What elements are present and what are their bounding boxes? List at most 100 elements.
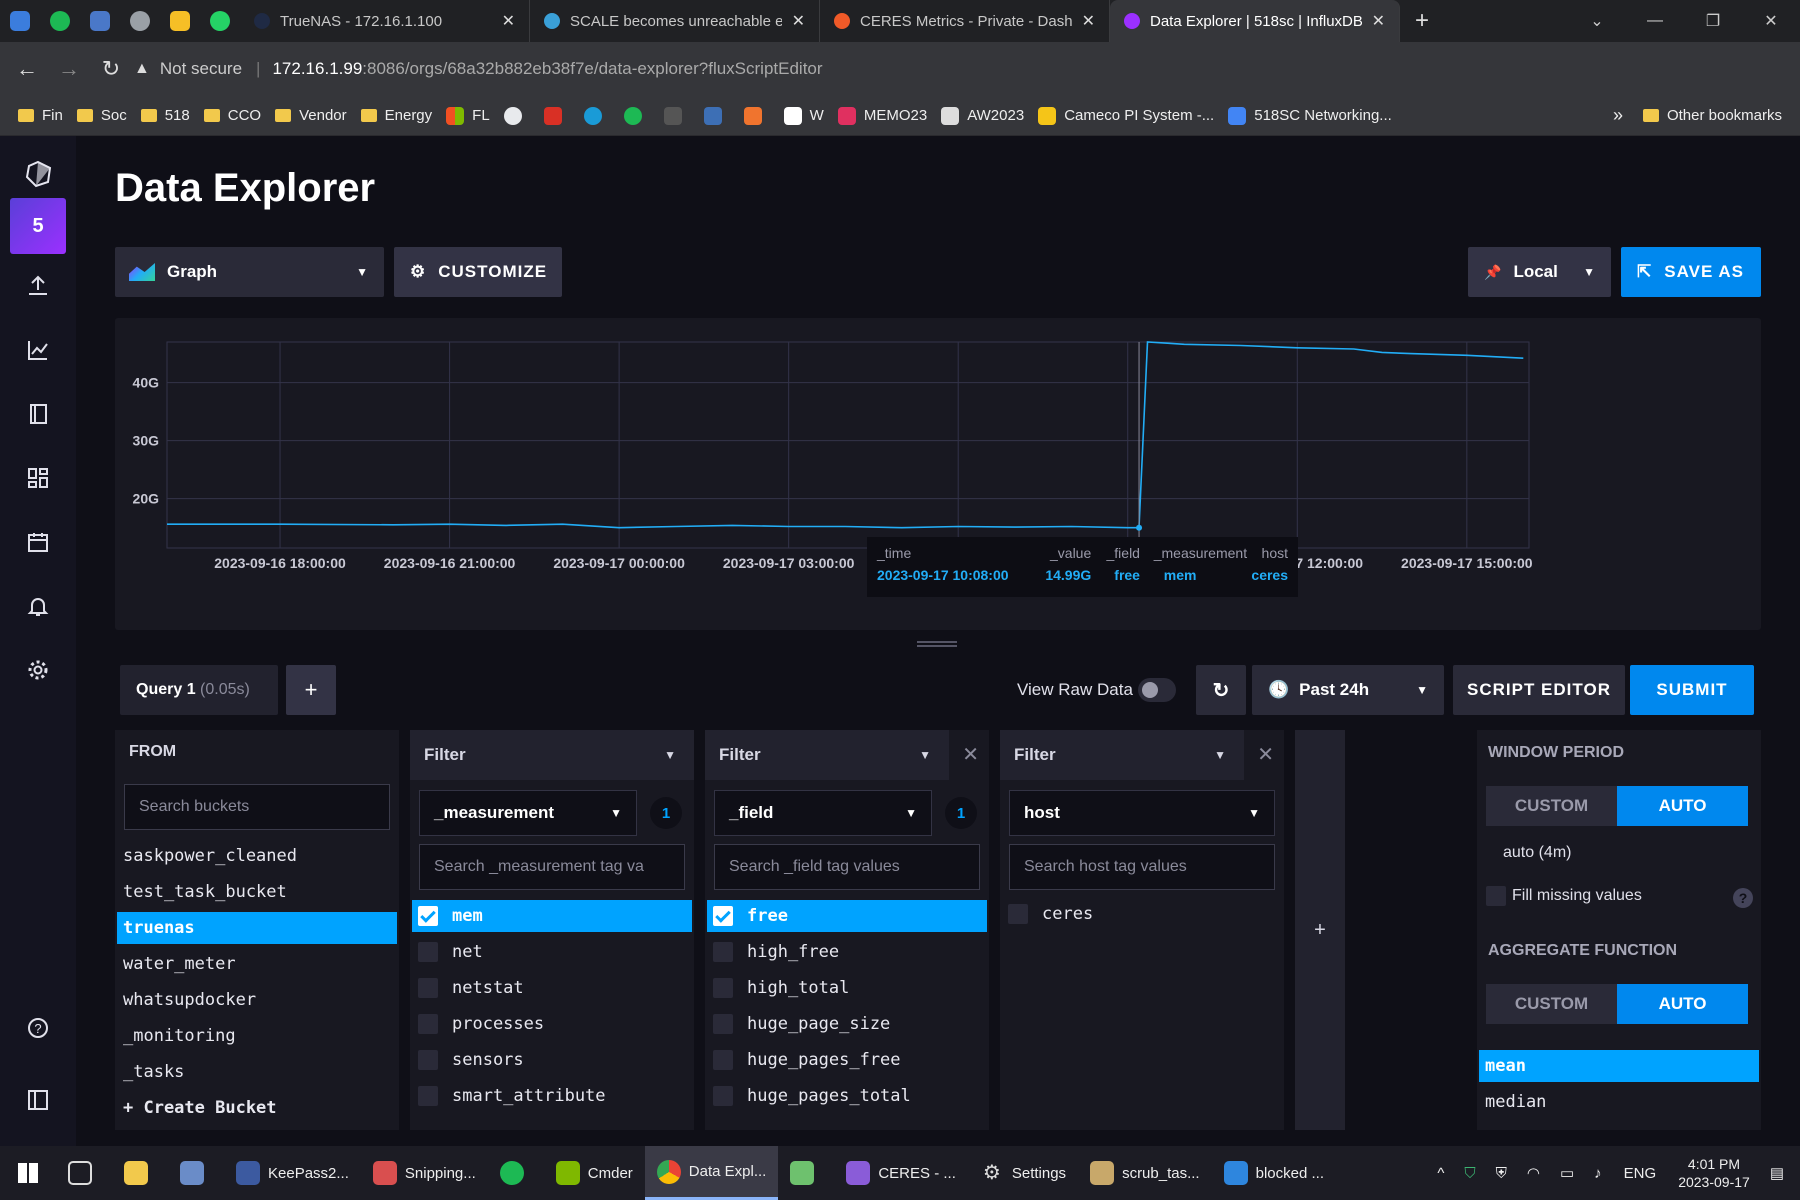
tag-search-input[interactable]: Search _field tag values <box>714 844 980 890</box>
restore-icon[interactable]: ❐ <box>1684 11 1742 31</box>
bucket-item-selected[interactable]: truenas <box>117 912 397 944</box>
tag-search-input[interactable]: Search _measurement tag va <box>419 844 685 890</box>
script-editor-button[interactable]: SCRIPT EDITOR <box>1453 665 1625 715</box>
start-button[interactable] <box>0 1146 56 1200</box>
pinned-tab-chat[interactable] <box>0 0 40 42</box>
bucket-search-input[interactable]: Search buckets <box>124 784 390 830</box>
taskbar-app[interactable]: scrub_tas... <box>1078 1146 1212 1200</box>
bucket-item[interactable]: _tasks <box>117 1056 397 1088</box>
dashboards-icon[interactable] <box>18 458 58 498</box>
browser-tab[interactable]: SCALE becomes unreachable ev ✕ <box>530 0 820 42</box>
wifi-icon[interactable]: ◠ <box>1527 1164 1540 1182</box>
taskbar-app-active[interactable]: Data Expl... <box>644 1146 779 1200</box>
calculator-button[interactable] <box>168 1146 224 1200</box>
timezone-dropdown[interactable]: 📌 Local ▼ <box>1468 247 1611 297</box>
url-field[interactable]: ▲ Not secure | 172.16.1.99:8086/orgs/68a… <box>134 51 1294 87</box>
bookmark[interactable] <box>503 106 530 125</box>
save-as-button[interactable]: ⇱ SAVE AS <box>1621 247 1761 297</box>
bookmark[interactable] <box>623 106 650 125</box>
bookmark[interactable]: AW2023 <box>941 106 1024 125</box>
other-bookmarks[interactable]: Other bookmarks <box>1667 107 1782 124</box>
org-avatar[interactable]: 5 <box>10 198 66 254</box>
reload-icon[interactable]: ↻ <box>90 56 132 82</box>
bookmark[interactable]: MEMO23 <box>837 106 927 125</box>
pinned-tab-whatsapp[interactable] <box>200 0 240 42</box>
shield-icon[interactable]: ⛨ <box>1496 1165 1507 1182</box>
taskbar-app[interactable]: ⚙ Settings <box>968 1146 1078 1200</box>
bucket-item[interactable]: whatsupdocker <box>117 984 397 1016</box>
aggregate-function-item[interactable]: median <box>1479 1086 1759 1118</box>
collapse-nav-icon[interactable] <box>18 1080 58 1120</box>
data-explorer-icon[interactable] <box>18 330 58 370</box>
taskbar-app[interactable]: CERES - ... <box>834 1146 968 1200</box>
tag-value-item[interactable]: processes <box>412 1008 692 1040</box>
filter-header[interactable]: Filter ▼ <box>410 730 694 780</box>
bookmark[interactable] <box>743 106 770 125</box>
help-icon[interactable]: ? <box>18 1008 58 1048</box>
close-icon[interactable]: ✕ <box>1372 11 1385 31</box>
time-range-dropdown[interactable]: 🕓 Past 24h ▼ <box>1252 665 1444 715</box>
tag-value-item[interactable]: ceres <box>1002 898 1282 930</box>
tag-value-item[interactable]: high_total <box>707 972 987 1004</box>
bucket-item[interactable]: _monitoring <box>117 1020 397 1052</box>
bookmark[interactable] <box>583 106 610 125</box>
bookmark-folder[interactable]: Fin <box>18 107 63 124</box>
pinned-tab-spotify[interactable] <box>40 0 80 42</box>
back-icon[interactable]: ← <box>6 56 48 82</box>
checkbox[interactable] <box>713 978 733 998</box>
tag-value-item[interactable]: free <box>707 900 987 932</box>
tag-value-item[interactable]: huge_page_size <box>707 1008 987 1040</box>
bucket-item[interactable]: water_meter <box>117 948 397 980</box>
close-icon[interactable]: ✕ <box>502 11 515 31</box>
filter-header[interactable]: Filter ▼ <box>705 730 949 780</box>
language-indicator[interactable]: ENG <box>1624 1165 1657 1182</box>
bookmark[interactable] <box>703 106 730 125</box>
tag-value-item[interactable]: huge_pages_free <box>707 1044 987 1076</box>
load-data-icon[interactable] <box>18 266 58 306</box>
remove-filter-icon[interactable]: ✕ <box>962 742 979 767</box>
more-bookmarks-button[interactable]: » <box>1613 105 1623 126</box>
customize-button[interactable]: ⚙ CUSTOMIZE <box>394 247 562 297</box>
pinned-tab-keep[interactable] <box>160 0 200 42</box>
checkbox[interactable] <box>713 942 733 962</box>
minimize-icon[interactable]: — <box>1626 12 1684 30</box>
taskbar-app[interactable]: Snipping... <box>361 1146 488 1200</box>
filter-key-dropdown[interactable]: host ▼ <box>1009 790 1275 836</box>
tab-search-icon[interactable]: ⌄ <box>1568 11 1626 31</box>
browser-tab[interactable]: TrueNAS - 172.16.1.100 ✕ <box>240 0 530 42</box>
view-type-dropdown[interactable]: Graph ▼ <box>115 247 384 297</box>
bookmark[interactable]: FL <box>446 106 490 125</box>
add-query-button[interactable]: + <box>286 665 336 715</box>
remove-filter-icon[interactable]: ✕ <box>1257 742 1274 767</box>
bookmark-folder[interactable]: Vendor <box>275 107 347 124</box>
close-icon[interactable]: ✕ <box>1082 11 1095 31</box>
checkbox[interactable] <box>713 906 733 926</box>
bookmark-folder[interactable]: CCO <box>203 107 261 124</box>
checkbox[interactable] <box>418 1050 438 1070</box>
tag-value-item[interactable]: huge_pages_total <box>707 1080 987 1112</box>
help-icon[interactable]: ? <box>1733 888 1753 908</box>
create-bucket-link[interactable]: + Create Bucket <box>117 1092 397 1124</box>
bucket-item[interactable]: saskpower_cleaned <box>117 840 397 872</box>
taskbar-app[interactable]: blocked ... <box>1212 1146 1336 1200</box>
bookmark[interactable]: 518SC Networking... <box>1228 106 1392 125</box>
task-view-button[interactable] <box>56 1146 112 1200</box>
bookmark[interactable] <box>543 106 570 125</box>
checkbox[interactable] <box>418 1086 438 1106</box>
add-filter-column[interactable]: + <box>1295 730 1345 1130</box>
query-tab[interactable]: Query 1 (0.05s) <box>120 665 278 715</box>
tag-value-item[interactable]: mem <box>412 900 692 932</box>
submit-button[interactable]: SUBMIT <box>1630 665 1754 715</box>
window-custom-button[interactable]: CUSTOM <box>1486 786 1617 826</box>
taskbar-app[interactable] <box>778 1146 834 1200</box>
chevron-up-icon[interactable]: ^ <box>1437 1165 1444 1182</box>
filter-header[interactable]: Filter ▼ <box>1000 730 1244 780</box>
pinned-tab-github[interactable] <box>120 0 160 42</box>
tag-value-item[interactable]: netstat <box>412 972 692 1004</box>
browser-tab[interactable]: CERES Metrics - Private - Dashb ✕ <box>820 0 1110 42</box>
notebooks-icon[interactable] <box>18 394 58 434</box>
tag-value-item[interactable]: sensors <box>412 1044 692 1076</box>
file-explorer-button[interactable] <box>112 1146 168 1200</box>
checkbox[interactable] <box>418 978 438 998</box>
resize-handle[interactable] <box>917 641 957 647</box>
